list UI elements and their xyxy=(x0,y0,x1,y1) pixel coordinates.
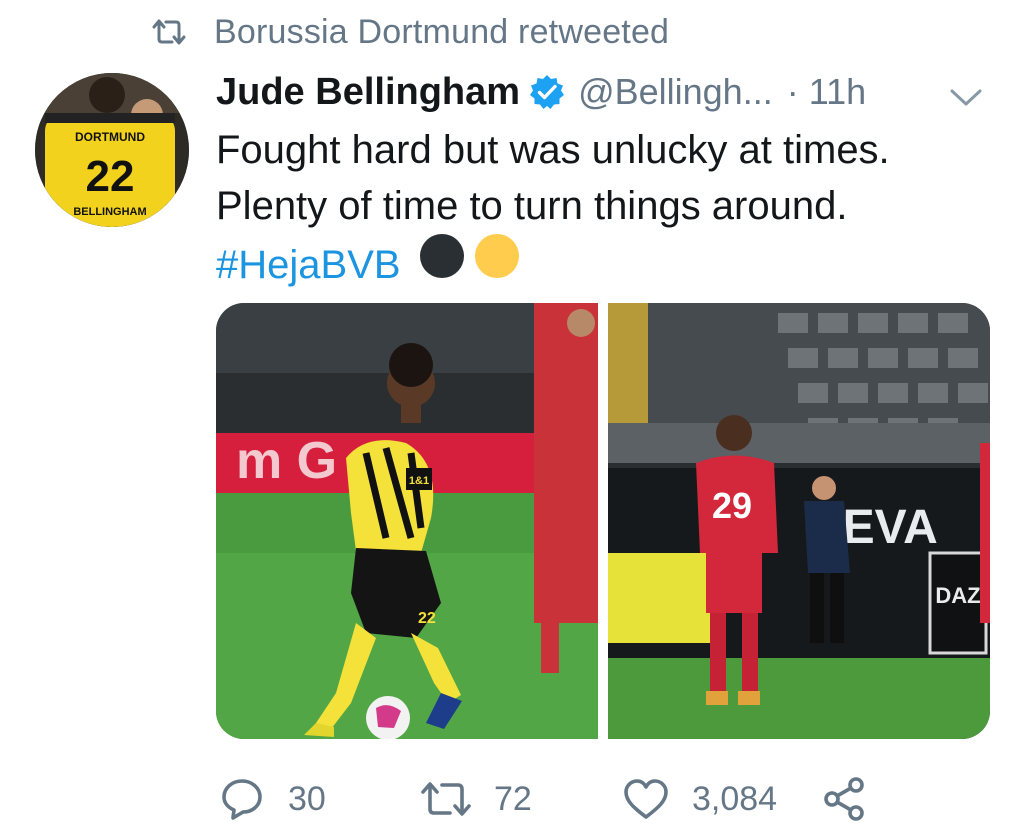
heart-icon xyxy=(624,779,668,819)
tweet-hashtag-line: #HejaBVB xyxy=(216,234,996,293)
black-circle-emoji-icon xyxy=(419,234,464,278)
tweet-options-chevron-down-icon[interactable] xyxy=(944,82,988,112)
verified-badge-icon xyxy=(528,73,566,111)
hashtag-link[interactable]: #HejaBVB xyxy=(216,243,401,287)
media-1-sponsor: 1&1 xyxy=(409,475,429,487)
reply-button[interactable]: 30 xyxy=(218,764,326,834)
media-grid: m G 1&1 22 DEVA DAZ 29 xyxy=(216,303,990,739)
avatar-jersey-name: BELLINGHAM xyxy=(73,206,146,218)
tweet-text-line-2: Plenty of time to turn things around. xyxy=(216,184,848,228)
media-1-board-text: m G xyxy=(236,432,337,490)
avatar-jersey-text: DORTMUND xyxy=(75,130,145,144)
author-handle[interactable]: @Bellingh... xyxy=(578,71,773,113)
retweet-button[interactable]: 72 xyxy=(420,764,532,834)
media-photo-2[interactable]: DEVA DAZ 29 xyxy=(608,303,990,739)
tweet-timestamp[interactable]: 11h xyxy=(809,71,866,113)
avatar-jersey-number: 22 xyxy=(86,152,135,201)
reply-count: 30 xyxy=(288,779,326,818)
share-button[interactable] xyxy=(822,764,868,834)
tweet-text-line-1: Fought hard but was unlucky at times. xyxy=(216,128,890,172)
media-2-side-logo: DAZ xyxy=(935,583,980,608)
separator-dot: · xyxy=(786,71,799,112)
like-count: 3,084 xyxy=(692,779,778,818)
like-button[interactable]: 3,084 xyxy=(622,764,777,834)
yellow-circle-emoji-icon xyxy=(474,234,519,278)
author-name[interactable]: Jude Bellingham xyxy=(216,71,520,114)
reply-icon xyxy=(222,779,262,820)
tweet-header: Jude Bellingham @Bellingh... · 11h xyxy=(216,66,866,118)
media-1-shirt-number: 22 xyxy=(418,610,436,627)
avatar[interactable]: DORTMUND 22 BELLINGHAM xyxy=(35,73,189,227)
media-photo-1[interactable]: m G 1&1 22 xyxy=(216,303,598,739)
tweet-actions: 30 72 3,084 xyxy=(0,764,1024,834)
retweet-context-label: Borussia Dortmund retweeted xyxy=(214,12,670,51)
retweet-count: 72 xyxy=(494,779,532,818)
retweet-icon xyxy=(150,17,188,47)
retweet-action-icon xyxy=(421,782,471,816)
tweet-text: Fought hard but was unlucky at times. Pl… xyxy=(216,122,996,293)
share-icon xyxy=(824,777,864,821)
media-2-shirt-number: 29 xyxy=(712,485,752,526)
retweet-context[interactable]: Borussia Dortmund retweeted xyxy=(150,10,669,54)
